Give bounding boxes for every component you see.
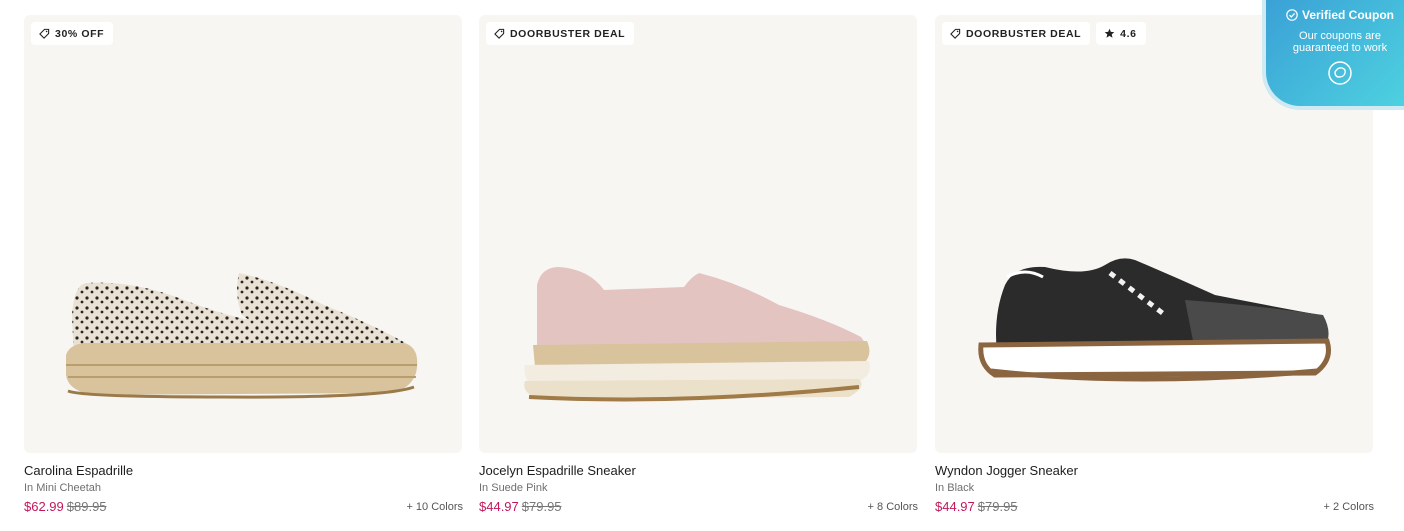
color-count[interactable]: + 10 Colors xyxy=(406,501,463,513)
product-name[interactable]: Carolina Espadrille xyxy=(24,463,462,478)
product-name[interactable]: Wyndon Jogger Sneaker xyxy=(935,463,1373,478)
product-variant: In Black xyxy=(935,482,975,494)
sale-price: $44.97 xyxy=(935,499,975,514)
product-image xyxy=(524,267,870,402)
product-grid: 30% OFF Carolina Espadrille In Mini Chee… xyxy=(0,0,1404,531)
price-row: $62.99 $89.95 + 10 Colors xyxy=(24,498,463,516)
coupon-title-row: Verified Coupon xyxy=(1266,8,1404,22)
product-image-area[interactable]: 30% OFF xyxy=(24,15,462,453)
verified-coupon-widget[interactable]: Verified Coupon Our coupons are guarante… xyxy=(1262,0,1404,110)
price-row: $44.97 $79.95 + 8 Colors xyxy=(479,498,918,516)
product-variant: In Suede Pink xyxy=(479,482,548,494)
original-price: $89.95 xyxy=(66,499,107,514)
product-card[interactable]: DOORBUSTER DEAL Jocelyn Espadrille Sneak… xyxy=(479,15,918,516)
product-image-area[interactable]: DOORBUSTER DEAL xyxy=(479,15,917,453)
coupon-title: Verified Coupon xyxy=(1301,8,1394,22)
product-name[interactable]: Jocelyn Espadrille Sneaker xyxy=(479,463,917,478)
sale-price: $44.97 xyxy=(479,499,519,514)
check-circle-icon xyxy=(1286,9,1298,21)
original-price: $79.95 xyxy=(977,499,1018,514)
brand-logo-icon[interactable] xyxy=(1328,61,1352,85)
product-card[interactable]: 30% OFF Carolina Espadrille In Mini Chee… xyxy=(24,15,463,516)
price-row: $44.97 $79.95 + 2 Colors xyxy=(935,498,1374,516)
product-image xyxy=(66,273,418,399)
coupon-subtitle: Our coupons are guaranteed to work xyxy=(1292,30,1388,54)
color-count[interactable]: + 8 Colors xyxy=(868,501,918,513)
product-variant: In Mini Cheetah xyxy=(24,482,102,494)
sale-price: $62.99 xyxy=(24,499,64,514)
original-price: $79.95 xyxy=(521,499,562,514)
color-count[interactable]: + 2 Colors xyxy=(1324,501,1374,513)
